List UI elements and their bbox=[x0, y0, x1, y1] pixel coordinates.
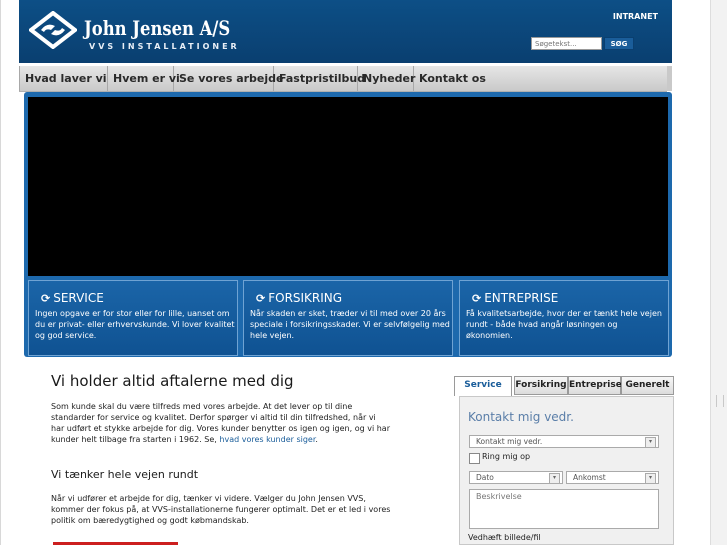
search-input[interactable] bbox=[531, 37, 602, 50]
topic-select[interactable]: Kontakt mig vedr. ▾ bbox=[469, 435, 659, 448]
promo-service[interactable]: ⟳ SERVICE Ingen opgave er for stor eller … bbox=[28, 280, 238, 356]
intro-paragraph: Som kunde skal du være tilfreds med vore… bbox=[51, 402, 390, 444]
main-nav: Hvad laver vi Hvem er vi Se vores arbejd… bbox=[19, 66, 667, 92]
page-title: Vi holder altid aftalerne med dig bbox=[51, 372, 294, 390]
logo-arrows-icon: ⟳ bbox=[472, 292, 482, 305]
arrival-select[interactable]: Ankomst ▾ bbox=[566, 471, 659, 484]
scrollbar[interactable] bbox=[710, 0, 727, 545]
date-select[interactable]: Dato ▾ bbox=[469, 471, 563, 484]
call-me-checkbox[interactable] bbox=[469, 453, 480, 464]
call-me-label: Ring mig op bbox=[482, 452, 531, 461]
chevron-down-icon: ▾ bbox=[645, 473, 656, 484]
promo-text: Når skaden er sket, træder vi til med ov… bbox=[250, 309, 450, 340]
promo-title[interactable]: ⟳ ENTREPRISE bbox=[472, 291, 558, 305]
logo-icon[interactable] bbox=[29, 11, 77, 49]
nav-item-se-vores-arbejde[interactable]: Se vores arbejde bbox=[174, 66, 284, 91]
tab-generelt[interactable]: Generelt bbox=[621, 376, 674, 395]
nav-edge bbox=[667, 66, 672, 91]
nav-item-hvad-laver-vi[interactable]: Hvad laver vi bbox=[19, 66, 108, 91]
promo-text: Få kvalitetsarbejde, hvor der er tænkt h… bbox=[466, 309, 662, 340]
logo-arrows-icon: ⟳ bbox=[256, 292, 266, 305]
video-player[interactable] bbox=[28, 97, 668, 276]
form-title: Kontakt mig vedr. bbox=[468, 410, 574, 424]
promo-title[interactable]: ⟳ FORSIKRING bbox=[256, 291, 342, 305]
nav-item-fastpristilbud[interactable]: Fastpristilbud bbox=[274, 66, 365, 91]
nav-item-nyheder[interactable]: Nyheder bbox=[358, 66, 415, 91]
section-heading: Vi tænker hele vejen rundt bbox=[51, 468, 199, 481]
customer-reviews-link[interactable]: hvad vores kunder siger bbox=[219, 435, 315, 444]
tab-forsikring[interactable]: Forsikring bbox=[514, 376, 568, 395]
section-paragraph: Når vi udfører et arbejde for dig, tænke… bbox=[51, 494, 391, 525]
nav-item-kontakt-os[interactable]: Kontakt os bbox=[414, 66, 667, 91]
brand-tagline: VVS INSTALLATIONER bbox=[89, 42, 240, 51]
scrollbar-grip[interactable] bbox=[716, 395, 724, 407]
sidebar-tabs: Service Forsikring Entreprise Generelt bbox=[454, 376, 674, 396]
promo-title[interactable]: ⟳ SERVICE bbox=[41, 291, 104, 305]
tab-service[interactable]: Service bbox=[454, 376, 512, 396]
chevron-down-icon: ▾ bbox=[549, 473, 560, 484]
promo-text: Ingen opgave er for stor eller for lille… bbox=[35, 309, 235, 340]
intranet-link[interactable]: INTRANET bbox=[613, 12, 658, 21]
attach-file-label: Vedhæft billede/fil bbox=[468, 533, 541, 542]
search-button[interactable]: SØG bbox=[604, 37, 634, 50]
brand-name[interactable]: John Jensen A/S bbox=[84, 16, 230, 40]
chevron-down-icon: ▾ bbox=[645, 437, 656, 448]
site-header: John Jensen A/S VVS INSTALLATIONER INTRA… bbox=[19, 0, 672, 63]
promo-entreprise[interactable]: ⟳ ENTREPRISE Få kvalitetsarbejde, hvor de… bbox=[459, 280, 669, 356]
tab-entreprise[interactable]: Entreprise bbox=[568, 376, 622, 395]
description-textarea[interactable]: Beskrivelse bbox=[469, 489, 659, 529]
nav-item-hvem-er-vi[interactable]: Hvem er vi bbox=[108, 66, 180, 91]
logo-arrows-icon: ⟳ bbox=[41, 292, 51, 305]
promo-forsikring[interactable]: ⟳ FORSIKRING Når skaden er sket, træder v… bbox=[243, 280, 453, 356]
